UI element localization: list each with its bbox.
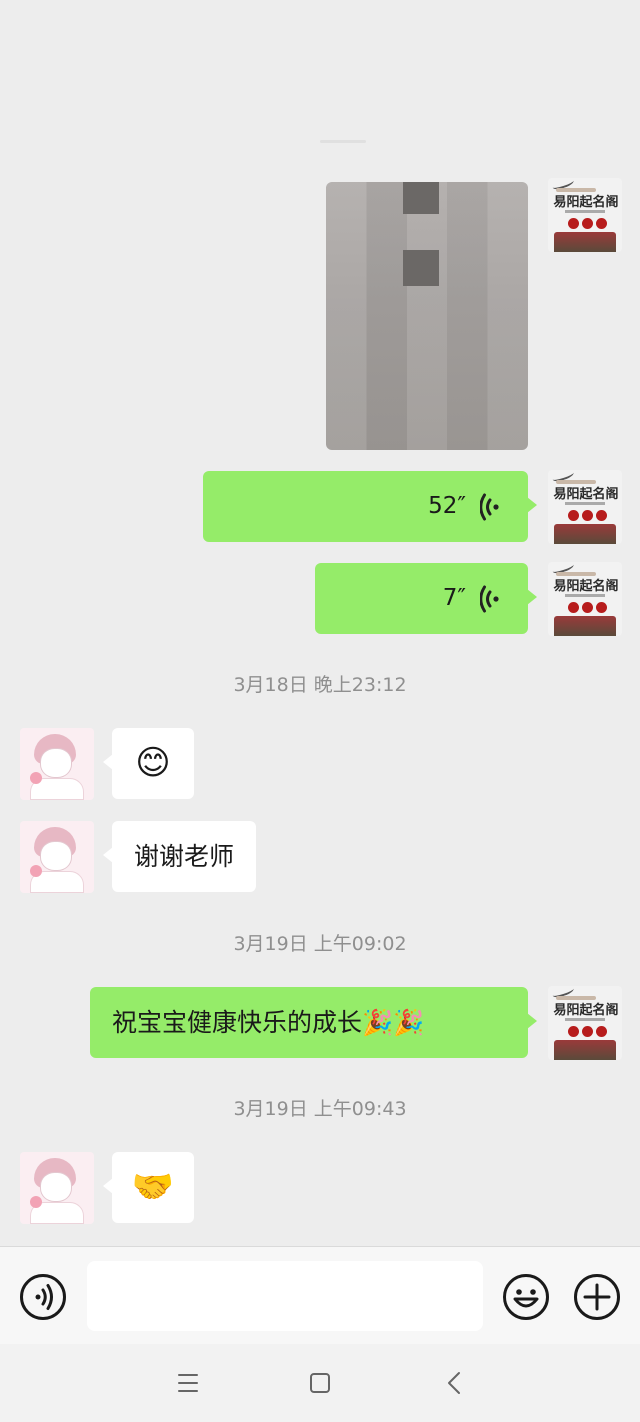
system-nav-bar <box>0 1344 640 1422</box>
menu-button[interactable] <box>173 1368 203 1398</box>
emoji-button[interactable] <box>502 1273 550 1321</box>
home-button[interactable] <box>305 1368 335 1398</box>
self-avatar[interactable]: 易阳起名阁 <box>548 562 622 636</box>
contact-avatar[interactable] <box>20 821 94 893</box>
self-avatar[interactable]: 易阳起名阁 <box>548 470 622 544</box>
message-timestamp: 3月19日 上午09:43 <box>233 1098 407 1120</box>
contact-avatar[interactable] <box>20 728 94 800</box>
emoji-message[interactable]: 😊 <box>103 728 194 799</box>
voice-wave-icon <box>480 493 499 520</box>
emoji-icon <box>503 1274 549 1320</box>
voice-input-button[interactable] <box>19 1273 67 1321</box>
voice-wave-icon <box>480 585 499 612</box>
back-button[interactable] <box>440 1368 470 1398</box>
avatar-brand-text: 易阳起名阁 <box>553 487 619 502</box>
message-input[interactable] <box>87 1261 483 1331</box>
text-message[interactable]: 祝宝宝健康快乐的成长🎉🎉 <box>90 987 537 1058</box>
plus-icon <box>574 1274 620 1320</box>
smile-emoji: 😊 <box>135 743 171 784</box>
text-message[interactable]: 谢谢老师 <box>102 821 257 892</box>
input-bar <box>0 1246 640 1344</box>
voice-input-icon <box>20 1274 66 1320</box>
emoji-message[interactable]: 🤝 <box>103 1152 194 1223</box>
home-icon <box>310 1373 330 1393</box>
handshake-emoji: 🤝 <box>131 1167 175 1208</box>
self-avatar[interactable]: 易阳起名阁 <box>548 986 622 1060</box>
divider <box>320 140 366 143</box>
avatar-brand-text: 易阳起名阁 <box>553 579 619 594</box>
menu-icon <box>178 1374 198 1392</box>
voice-message[interactable]: 52″ <box>203 471 537 542</box>
avatar-brand-text: 易阳起名阁 <box>553 1003 619 1018</box>
message-timestamp: 3月18日 晚上23:12 <box>233 674 407 696</box>
more-button[interactable] <box>573 1273 621 1321</box>
voice-duration: 7″ <box>442 584 466 611</box>
voice-message[interactable]: 7″ <box>315 563 537 634</box>
chat-area[interactable]: 易阳起名阁 52″ 易阳起名阁 7″ 易阳起名阁 3月18日 晚上23:12 😊… <box>0 0 640 1246</box>
self-avatar[interactable]: 易阳起名阁 <box>548 178 622 252</box>
message-text: 谢谢老师 <box>134 841 235 871</box>
voice-duration: 52″ <box>428 492 466 519</box>
message-text: 祝宝宝健康快乐的成长🎉🎉 <box>112 1007 425 1037</box>
back-icon <box>448 1372 460 1394</box>
contact-avatar[interactable] <box>20 1152 94 1224</box>
image-message[interactable] <box>326 182 528 450</box>
message-timestamp: 3月19日 上午09:02 <box>233 933 407 955</box>
avatar-brand-text: 易阳起名阁 <box>553 195 619 210</box>
